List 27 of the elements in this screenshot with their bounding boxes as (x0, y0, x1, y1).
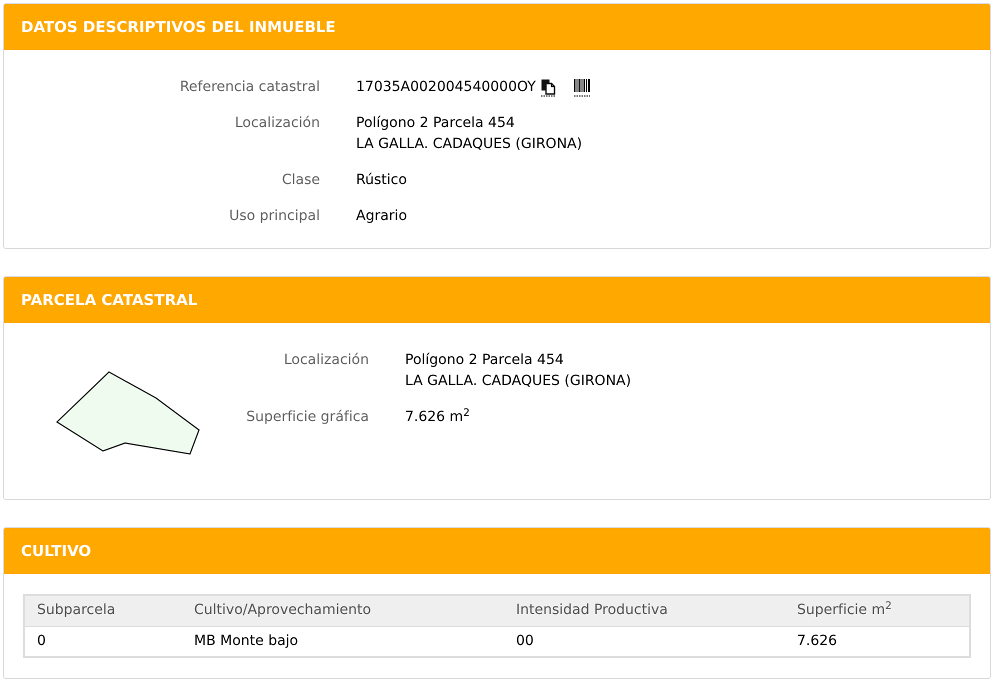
field-value: Agrario (356, 207, 408, 226)
field-label: Localización (282, 351, 369, 370)
field-label: Referencia catastral (178, 78, 320, 97)
column-header: Subparcela (24, 595, 182, 626)
section-title: PARCELA CATASTRAL (21, 290, 198, 311)
column-header: Intensidad Productiva (504, 595, 785, 626)
field-value: Polígono 2 Parcela 454 (405, 351, 564, 370)
table-cell: MB Monte bajo (182, 626, 504, 657)
section-title: DATOS DESCRIPTIVOS DEL INMUEBLE (21, 16, 336, 38)
table-cell: 00 (504, 626, 785, 657)
section-title: CULTIVO (21, 540, 92, 562)
field-value: Polígono 2 Parcela 454 (356, 114, 515, 133)
barcode-icon[interactable] (574, 78, 590, 96)
field-label: Localización (234, 114, 320, 133)
field-value: LA GALLA. CADAQUES (GIRONA) (405, 372, 632, 391)
field-label: Superficie gráfica (245, 408, 369, 427)
field-label: Clase (280, 171, 320, 190)
field-value: Rústico (356, 171, 407, 190)
column-header: Cultivo/Aprovechamiento (182, 595, 504, 626)
field-value: 17035A002004540000OY (356, 78, 536, 97)
column-header: Superficie m$^{2}$ (785, 595, 970, 626)
field-value: 7.626 m$^{2}$ (405, 407, 470, 427)
copy-icon[interactable] (540, 78, 556, 96)
field-value: LA GALLA. CADAQUES (GIRONA) (356, 135, 582, 154)
table-cell: 0 (24, 626, 182, 657)
field-label: Uso principal (228, 207, 320, 226)
table-cell: 7.626 (785, 626, 970, 657)
